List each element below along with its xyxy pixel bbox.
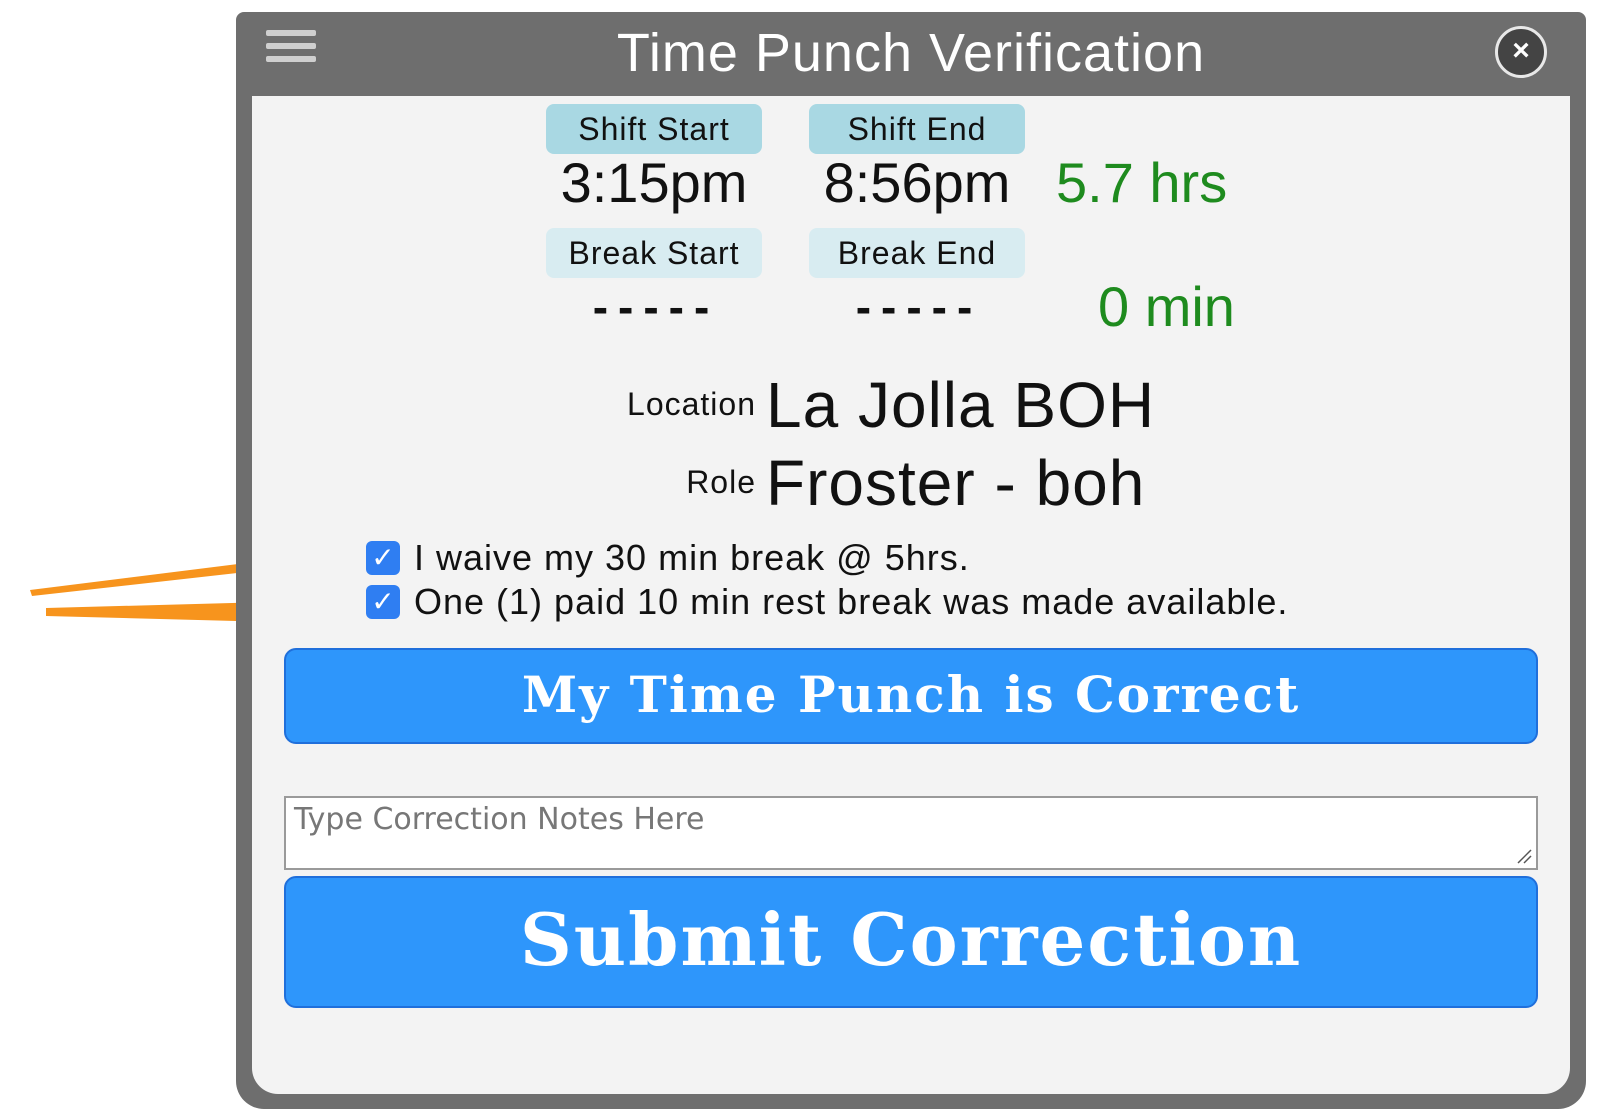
correction-notes-placeholder: Type Correction Notes Here (294, 802, 705, 837)
shift-end-label: Shift End (809, 104, 1025, 154)
waive-break-checkbox[interactable]: ✓ (366, 541, 400, 575)
shift-start-value: 3:15pm (560, 151, 748, 214)
shift-start-label: Shift Start (546, 104, 762, 154)
location-label: Location (627, 386, 756, 422)
dialog-body: Shift Start Shift End 3:15pm 8:56pm 5.7 … (252, 96, 1570, 1094)
break-total-minutes: 0 min (1098, 275, 1235, 338)
break-start-value: ----- (592, 281, 720, 333)
rest-break-checkbox[interactable]: ✓ (366, 585, 400, 619)
waive-break-checkbox-row[interactable]: ✓ I waive my 30 min break @ 5hrs. (366, 537, 970, 578)
shift-total-hours: 5.7 hrs (1056, 151, 1228, 214)
role-value: Froster - boh (766, 447, 1146, 519)
shift-end-value: 8:56pm (823, 151, 1011, 214)
close-icon[interactable]: × (1495, 26, 1547, 78)
confirm-time-punch-button[interactable]: My Time Punch is Correct (284, 648, 1538, 744)
time-punch-dialog: Time Punch Verification × Shift Start Sh… (236, 12, 1586, 1109)
correction-notes-textarea[interactable]: Type Correction Notes Here (284, 796, 1538, 870)
role-label: Role (686, 464, 756, 500)
location-value: La Jolla BOH (766, 369, 1156, 441)
break-end-value: ----- (855, 281, 983, 333)
rest-break-checkbox-row[interactable]: ✓ One (1) paid 10 min rest break was mad… (366, 581, 1289, 622)
resize-grip-icon[interactable] (1516, 848, 1532, 864)
waive-break-label: I waive my 30 min break @ 5hrs. (414, 537, 970, 578)
dialog-title: Time Punch Verification (616, 23, 1206, 83)
break-end-label: Break End (809, 228, 1025, 278)
submit-correction-button[interactable]: Submit Correction (284, 876, 1538, 1008)
rest-break-label: One (1) paid 10 min rest break was made … (414, 581, 1289, 622)
break-start-label: Break Start (546, 228, 762, 278)
dialog-titlebar: Time Punch Verification × (236, 12, 1586, 96)
